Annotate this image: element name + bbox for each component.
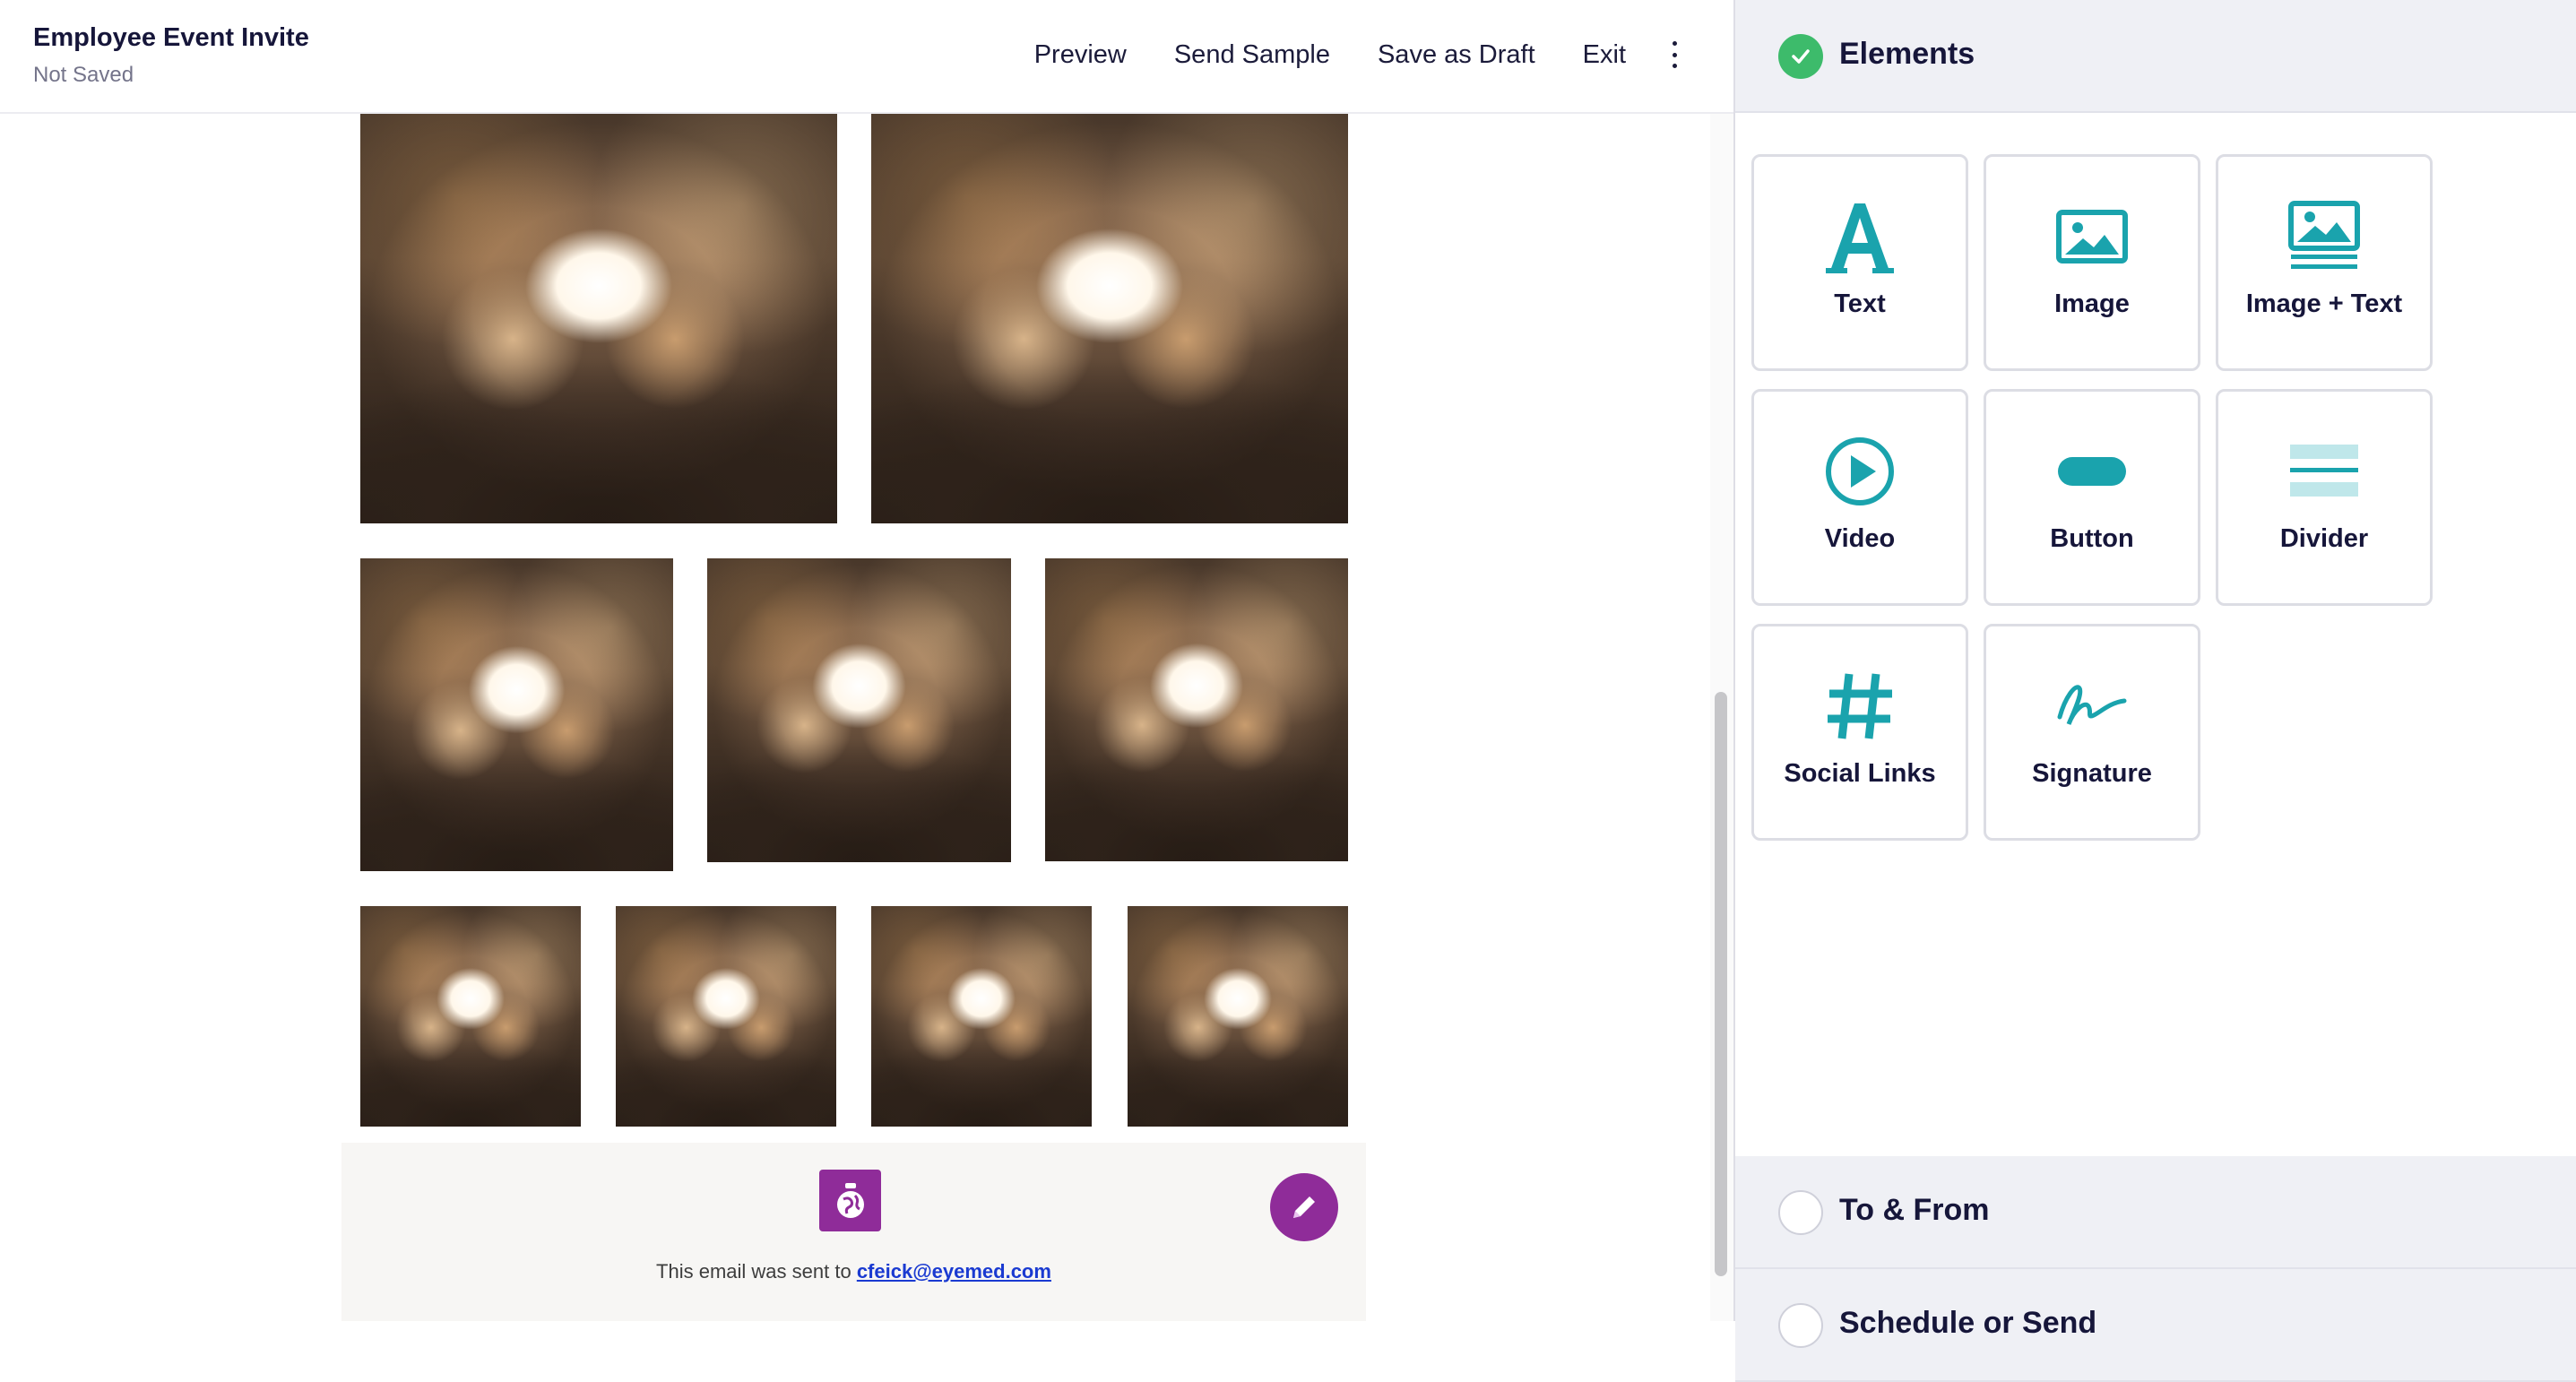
- editor-header: Employee Event Invite Not Saved Preview …: [0, 0, 1733, 114]
- element-tile-image-text[interactable]: Image + Text: [2216, 154, 2433, 371]
- tile-label: Signature: [2032, 759, 2152, 788]
- tile-label: Text: [1834, 289, 1886, 318]
- globe-logo-icon: [819, 1170, 881, 1231]
- email-image[interactable]: [1045, 558, 1348, 861]
- image-text-icon: [2218, 196, 2430, 277]
- divider-icon: [2218, 431, 2430, 512]
- button-icon: [1986, 431, 2198, 512]
- builder-panel: Elements Text Image Image + Text Video B…: [1733, 0, 2576, 1382]
- email-image[interactable]: [360, 114, 837, 523]
- email-image[interactable]: [871, 906, 1092, 1127]
- section-title: To & From: [1839, 1193, 1990, 1227]
- tile-label: Button: [2050, 524, 2134, 553]
- send-sample-button[interactable]: Send Sample: [1174, 40, 1330, 70]
- check-circle-icon: [1778, 34, 1823, 79]
- section-to-from-header[interactable]: To & From: [1735, 1156, 2576, 1269]
- element-tile-text[interactable]: Text: [1751, 154, 1968, 371]
- empty-circle-icon: [1778, 1190, 1823, 1235]
- element-tile-social-links[interactable]: Social Links: [1751, 624, 1968, 841]
- section-title: Elements: [1839, 37, 1975, 71]
- element-tile-divider[interactable]: Divider: [2216, 389, 2433, 606]
- save-status: Not Saved: [33, 63, 134, 87]
- tile-label: Social Links: [1784, 759, 1936, 788]
- text-icon: [1754, 196, 1966, 277]
- signature-icon: [1986, 666, 2198, 747]
- exit-button[interactable]: Exit: [1583, 40, 1626, 70]
- sent-to-label: This email was sent to: [656, 1260, 851, 1283]
- header-nav: Preview Send Sample Save as Draft Exit: [987, 0, 1683, 109]
- pencil-icon: [1293, 1196, 1315, 1218]
- video-icon: [1754, 431, 1966, 512]
- element-tile-button[interactable]: Button: [1984, 389, 2200, 606]
- canvas-scrollbar-thumb[interactable]: [1715, 692, 1727, 1276]
- recipient-email-link[interactable]: cfeick@eyemed.com: [857, 1260, 1051, 1283]
- image-icon: [1986, 196, 2198, 277]
- email-image[interactable]: [707, 558, 1011, 862]
- tile-label: Image: [2054, 289, 2130, 318]
- element-tile-video[interactable]: Video: [1751, 389, 1968, 606]
- email-image[interactable]: [360, 906, 581, 1127]
- hashtag-icon: [1754, 666, 1966, 747]
- section-schedule-send-header[interactable]: Schedule or Send: [1735, 1269, 2576, 1382]
- element-tile-signature[interactable]: Signature: [1984, 624, 2200, 841]
- sent-to-notice: This email was sent to cfeick@eyemed.com: [341, 1260, 1366, 1283]
- section-title: Schedule or Send: [1839, 1306, 2097, 1340]
- email-canvas: [0, 114, 1710, 1321]
- preview-button[interactable]: Preview: [1034, 40, 1127, 70]
- empty-circle-icon: [1778, 1303, 1823, 1348]
- email-image[interactable]: [360, 558, 673, 871]
- tile-label: Video: [1824, 524, 1896, 553]
- edit-pencil-button[interactable]: [1270, 1173, 1338, 1241]
- email-image[interactable]: [616, 906, 836, 1127]
- document-title: Employee Event Invite: [33, 23, 309, 52]
- more-options-icon[interactable]: [1665, 41, 1683, 68]
- email-image[interactable]: [1128, 906, 1348, 1127]
- save-draft-button[interactable]: Save as Draft: [1378, 40, 1535, 70]
- tile-label: Divider: [2279, 524, 2369, 553]
- tile-label: Image + Text: [2245, 289, 2403, 318]
- email-image[interactable]: [871, 114, 1348, 523]
- section-elements-header[interactable]: Elements: [1735, 0, 2576, 113]
- element-tile-image[interactable]: Image: [1984, 154, 2200, 371]
